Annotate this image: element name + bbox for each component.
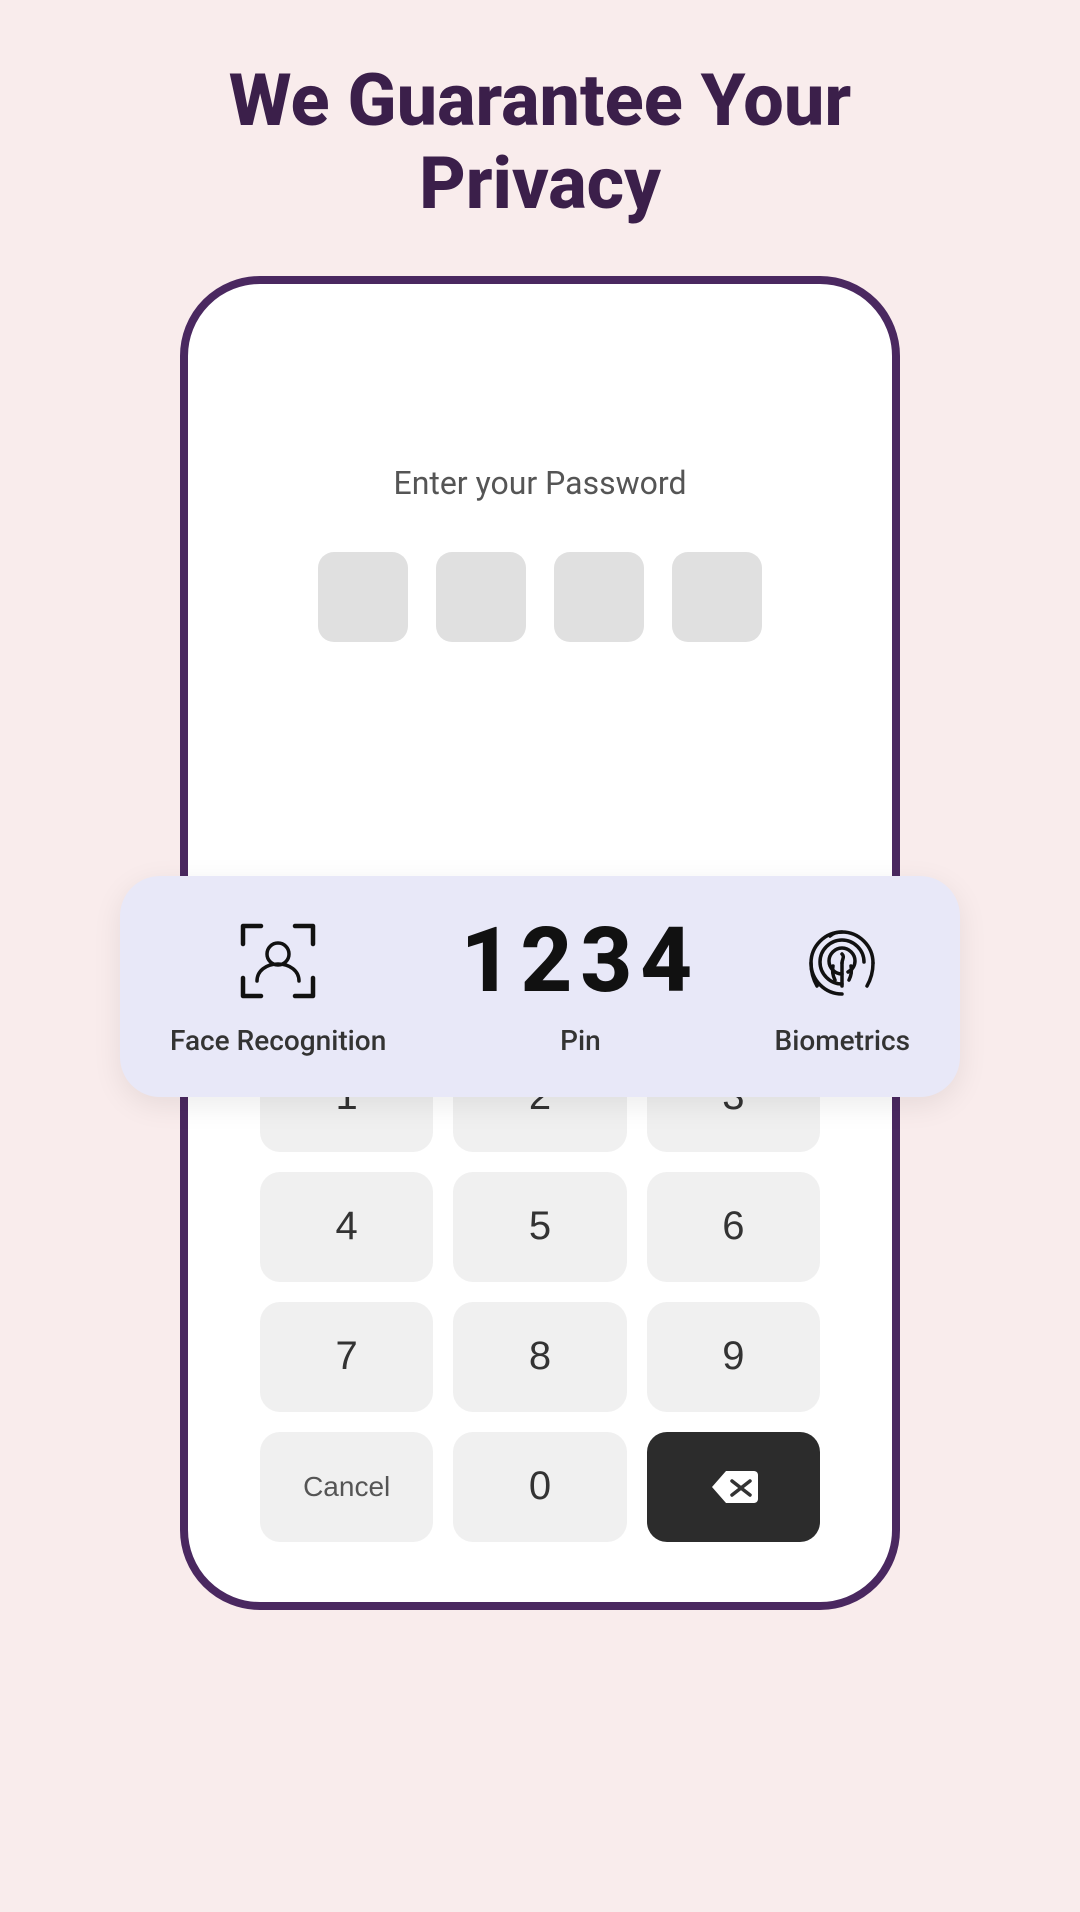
numpad-key-4[interactable]: 4 <box>260 1172 433 1282</box>
security-options-bar: Face Recognition 1234 Pin <box>120 876 960 1097</box>
delete-icon <box>708 1467 758 1507</box>
password-dot-1 <box>318 552 408 642</box>
password-dot-2 <box>436 552 526 642</box>
pin-option[interactable]: 1234 Pin <box>461 916 701 1057</box>
numpad-key-5[interactable]: 5 <box>453 1172 626 1282</box>
fingerprint-icon <box>797 916 887 1006</box>
password-dot-3 <box>554 552 644 642</box>
pin-value: 1234 <box>461 916 701 1006</box>
biometrics-option[interactable]: Biometrics <box>775 916 910 1057</box>
page-title: We Guarantee Your Privacy <box>149 60 931 226</box>
biometrics-label: Biometrics <box>775 1024 910 1057</box>
numpad-delete-button[interactable] <box>647 1432 820 1542</box>
face-recognition-icon <box>233 916 323 1006</box>
numpad-key-0[interactable]: 0 <box>453 1432 626 1542</box>
face-recognition-label: Face Recognition <box>170 1024 386 1057</box>
phone-wrapper: Enter your Password 1 2 3 4 5 6 7 8 9 Ca… <box>180 276 900 1610</box>
numpad-key-6[interactable]: 6 <box>647 1172 820 1282</box>
numpad-key-7[interactable]: 7 <box>260 1302 433 1412</box>
face-recognition-option[interactable]: Face Recognition <box>170 916 386 1057</box>
numpad: 1 2 3 4 5 6 7 8 9 Cancel 0 <box>188 1042 892 1542</box>
numpad-grid: 1 2 3 4 5 6 7 8 9 Cancel 0 <box>260 1042 820 1542</box>
pin-label: Pin <box>560 1024 601 1057</box>
numpad-cancel-button[interactable]: Cancel <box>260 1432 433 1542</box>
password-prompt-label: Enter your Password <box>394 464 687 502</box>
password-dot-4 <box>672 552 762 642</box>
password-dots <box>318 552 762 642</box>
numpad-key-9[interactable]: 9 <box>647 1302 820 1412</box>
numpad-key-8[interactable]: 8 <box>453 1302 626 1412</box>
